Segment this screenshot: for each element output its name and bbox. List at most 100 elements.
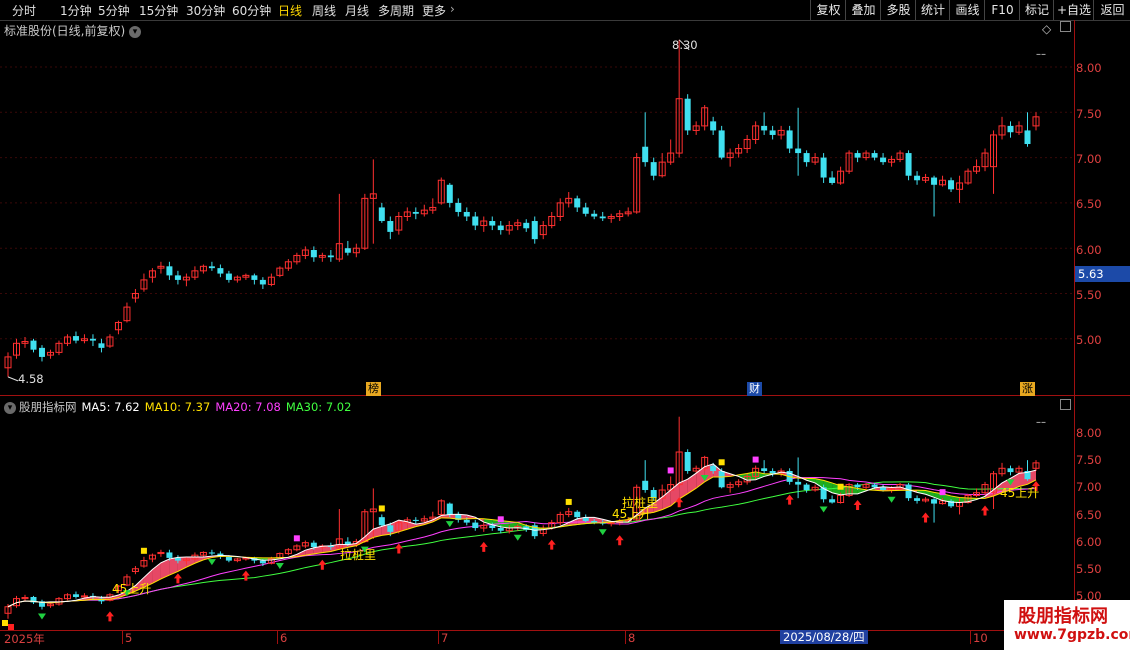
sub-candle-body (378, 517, 385, 526)
tab-30min[interactable]: 30分钟 (186, 2, 225, 19)
sub-candle-body (574, 511, 581, 518)
date-tick (122, 630, 123, 644)
buy-arrow-icon (615, 535, 624, 546)
f10-button[interactable]: F10 (984, 0, 1020, 20)
candle-body (463, 211, 470, 217)
event-marker[interactable]: 涨 (1020, 382, 1035, 396)
candle-body (472, 216, 479, 226)
candle-body (769, 130, 776, 135)
candle-body (574, 198, 581, 208)
price-tick: 5.00 (1076, 333, 1102, 347)
candle-body (497, 225, 504, 231)
tab-15min[interactable]: 15分钟 (139, 2, 178, 19)
sub-candle-body (880, 487, 887, 491)
buy-arrow-icon (853, 500, 862, 511)
candle-body (412, 211, 419, 214)
buy-arrow-icon (173, 573, 182, 584)
buy-arrow-icon (105, 611, 114, 622)
adjust-button[interactable]: 复权 (810, 0, 846, 20)
top-toolbar: 分时 1分钟 5分钟 15分钟 30分钟 60分钟 日线 周线 月线 多周期 更… (0, 0, 1130, 21)
low-price-label: 4.58 (18, 372, 44, 386)
candle-body (829, 177, 836, 183)
indicator-chart[interactable] (0, 412, 1074, 630)
tab-60min[interactable]: 60分钟 (232, 2, 271, 19)
sub-candle-body (1007, 468, 1014, 473)
tab-1min[interactable]: 1分钟 (60, 2, 92, 19)
sub-candle-body (412, 519, 419, 521)
candle-body (650, 162, 657, 176)
month-label: 8 (628, 631, 636, 645)
draw-line-button[interactable]: 画线 (949, 0, 985, 20)
back-button[interactable]: 返回 (1093, 0, 1130, 20)
candle-body (854, 153, 861, 158)
buy-arrow-icon (394, 543, 403, 554)
event-marker[interactable]: 榜 (366, 382, 381, 396)
candlestick-chart[interactable] (0, 35, 1074, 395)
candle-body (786, 130, 793, 149)
tab-weekly[interactable]: 周线 (312, 2, 336, 19)
candle-body (803, 153, 810, 163)
date-tick (277, 630, 278, 644)
price-tick: 6.50 (1076, 197, 1102, 211)
candle-body (1007, 125, 1014, 133)
diamond-icon[interactable]: ◇ (1042, 22, 1051, 36)
tab-5min[interactable]: 5分钟 (98, 2, 130, 19)
sub-candle-body (225, 556, 232, 561)
price-tick: 6.50 (1076, 508, 1102, 522)
buy-arrow-icon (921, 512, 930, 523)
sub-candle-body (310, 542, 317, 548)
signal-label: 拉桩里 (340, 548, 377, 562)
candle-body (820, 157, 827, 178)
candle-body (523, 222, 530, 229)
event-marker[interactable]: 财 (747, 382, 762, 396)
ma5-line (7, 463, 1037, 608)
candle-body (880, 157, 887, 163)
price-tick: 7.00 (1076, 480, 1102, 494)
signal-square (718, 459, 725, 466)
candle-body (710, 121, 717, 131)
watermark-url: www.7gpzb.com (1014, 627, 1130, 643)
signal-label: 拉桩里 (622, 496, 659, 510)
sell-arrow-icon (887, 496, 896, 503)
overlay-button[interactable]: 叠加 (845, 0, 881, 20)
panel-toggle-icon[interactable] (1060, 21, 1071, 32)
sub-candle-body (905, 484, 912, 499)
statistics-button[interactable]: 统计 (915, 0, 950, 20)
candle-body (174, 275, 181, 280)
panel-toggle-icon[interactable] (1060, 399, 1071, 410)
signal-square (293, 535, 300, 542)
candle-body (642, 146, 649, 163)
candle-body (599, 216, 606, 219)
price-tick: 8.00 (1076, 426, 1102, 440)
tab-monthly[interactable]: 月线 (345, 2, 369, 19)
candle-body (30, 340, 37, 350)
multi-stock-button[interactable]: 多股 (880, 0, 916, 20)
tab-daily[interactable]: 日线 (278, 2, 302, 19)
price-tick: 5.50 (1076, 288, 1102, 302)
sub-candle-body (259, 560, 266, 564)
tab-multi-period[interactable]: 多周期 (378, 2, 414, 19)
sub-candle-body (166, 552, 173, 558)
candle-body (795, 148, 802, 154)
candle-body (914, 175, 921, 181)
low-pointer (7, 376, 19, 382)
add-watchlist-button[interactable]: +自选 (1053, 0, 1094, 20)
month-label: 5 (125, 631, 133, 645)
sell-arrow-icon (445, 521, 454, 528)
chevron-right-icon[interactable]: › (450, 2, 455, 16)
candle-body (591, 213, 598, 217)
sub-candle-body (174, 557, 181, 561)
tab-more[interactable]: 更多 (422, 2, 446, 19)
candle-body (327, 255, 334, 258)
price-tick: 7.50 (1076, 453, 1102, 467)
watermark-title: 股朋指标网 (1018, 606, 1108, 627)
candle-body (166, 266, 173, 276)
tab-intraday[interactable]: 分时 (12, 2, 36, 19)
sub-candle-body (684, 452, 691, 472)
dash-mark: –– (1036, 49, 1046, 60)
candle-body (225, 273, 232, 280)
sub-candle-body (463, 519, 470, 523)
sub-candle-body (931, 499, 938, 504)
sub-candle-body (718, 471, 725, 488)
mark-button[interactable]: 标记 (1019, 0, 1054, 20)
